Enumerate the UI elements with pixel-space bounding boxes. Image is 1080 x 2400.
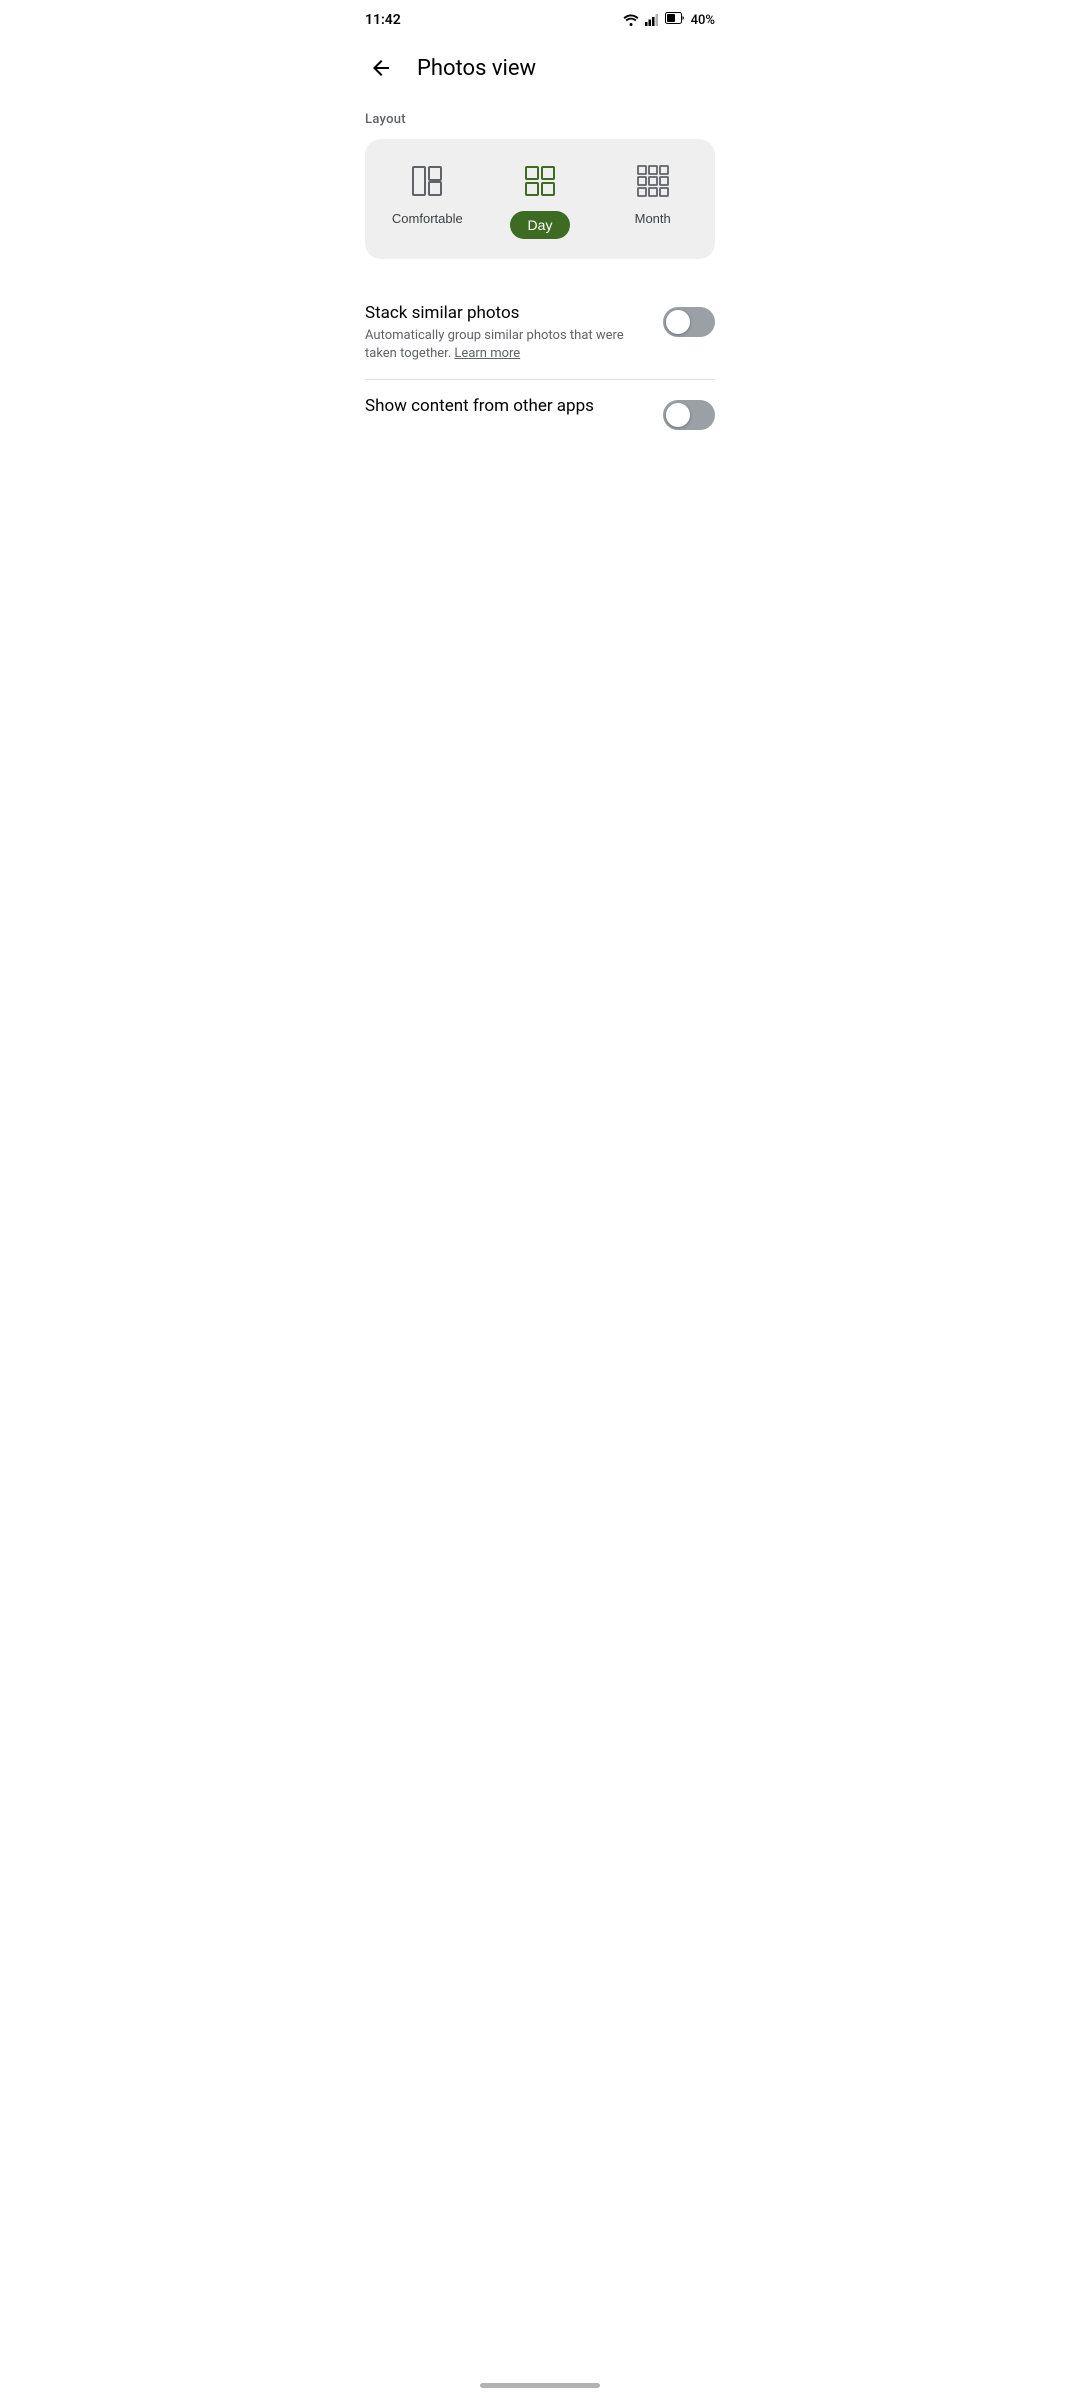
battery-percentage: 40% <box>691 13 715 28</box>
layout-option-day[interactable]: Day <box>486 147 595 251</box>
comfortable-icon <box>409 163 445 199</box>
toggle-knob-2 <box>666 403 690 427</box>
page-title: Photos view <box>417 56 536 81</box>
stack-similar-photos-desc: Automatically group similar photos that … <box>365 327 647 363</box>
learn-more-link[interactable]: Learn more <box>454 346 520 361</box>
header: Photos view <box>345 36 735 104</box>
day-label: Day <box>510 211 571 239</box>
day-icon <box>522 163 558 199</box>
layout-selector: Comfortable Day <box>365 139 715 259</box>
content: Layout Comfortable <box>345 104 735 454</box>
stack-similar-photos-row: Stack similar photos Automatically group… <box>365 287 715 379</box>
show-content-other-apps-title: Show content from other apps <box>365 396 647 416</box>
month-label: Month <box>635 211 671 226</box>
stack-photos-toggle[interactable] <box>663 307 715 337</box>
layout-section: Layout Comfortable <box>365 112 715 259</box>
wifi-icon <box>623 14 639 26</box>
bottom-nav-indicator <box>480 2383 600 2388</box>
show-content-other-apps-content: Show content from other apps <box>365 396 647 420</box>
stack-similar-photos-content: Stack similar photos Automatically group… <box>365 303 647 363</box>
status-icons: 40% <box>623 12 715 28</box>
status-bar: 11:42 40% <box>345 0 735 36</box>
month-icon <box>635 163 671 199</box>
toggle-knob <box>666 310 690 334</box>
layout-option-month[interactable]: Month <box>598 147 707 251</box>
battery-icon <box>665 12 685 28</box>
comfortable-label: Comfortable <box>392 211 463 226</box>
layout-section-label: Layout <box>365 112 715 127</box>
status-time: 11:42 <box>365 12 401 28</box>
back-arrow-icon <box>369 56 393 80</box>
stack-similar-photos-title: Stack similar photos <box>365 303 647 323</box>
back-button[interactable] <box>361 48 401 88</box>
show-content-toggle[interactable] <box>663 400 715 430</box>
signal-icon <box>645 14 659 26</box>
layout-option-comfortable[interactable]: Comfortable <box>373 147 482 251</box>
show-content-other-apps-row: Show content from other apps <box>365 380 715 446</box>
